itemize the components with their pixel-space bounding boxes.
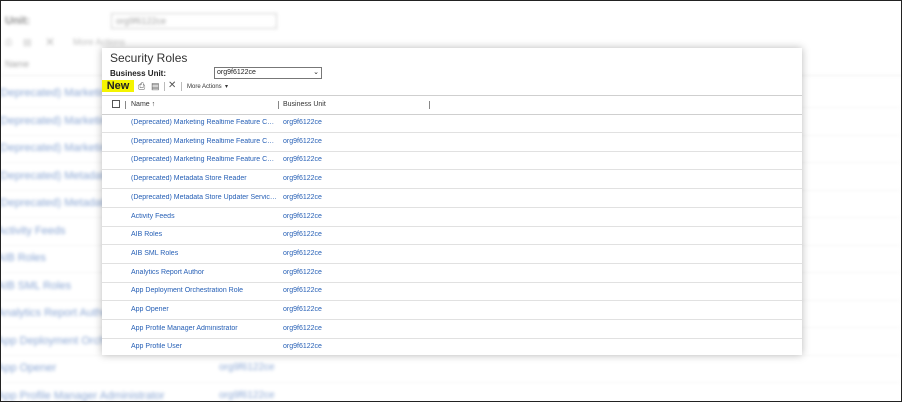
more-actions-button[interactable]: More Actions ▾ (187, 83, 228, 90)
column-header-name[interactable]: Name ↑ (131, 101, 155, 108)
business-unit-select[interactable]: org9f6122ce ⌄ (214, 67, 322, 79)
bg-row-name: App Profile Manager Administrator (0, 389, 165, 402)
business-unit-link[interactable]: org9f6122ce (283, 175, 322, 182)
table-row[interactable]: (Deprecated) Marketing Realtime Feature … (102, 114, 802, 133)
column-divider[interactable] (429, 101, 430, 109)
table-row[interactable]: Analytics Report Author org9f6122ce (102, 264, 802, 283)
bg-table-row: App Opener org9f6122ce (1, 356, 901, 383)
role-name-link[interactable]: App Profile User (131, 343, 277, 350)
bg-row-name: App Opener (0, 362, 57, 374)
bg-export-icon: ▤ (23, 37, 32, 47)
bg-row-business-unit: org9f6122ce (219, 389, 275, 401)
export-icon[interactable]: ▤ (151, 81, 160, 92)
grid-header: Name ↑ Business Unit (102, 95, 802, 115)
bg-row-name: Activity Feeds (0, 224, 66, 237)
role-name-link[interactable]: App Profile Manager Administrator (131, 325, 277, 332)
table-row[interactable]: App Deployment Orchestration Role org9f61… (102, 282, 802, 302)
chevron-down-icon: ⌄ (313, 69, 319, 76)
role-name-link[interactable]: (Deprecated) Metadata Store Reader (131, 175, 277, 182)
table-row[interactable]: App Profile Manager Administrator org9f61… (102, 320, 802, 339)
toolbar-divider (181, 82, 182, 91)
bg-row-name: Analytics Report Author (0, 307, 112, 319)
table-row[interactable]: AIB Roles org9f6122ce (102, 226, 802, 246)
business-unit-link[interactable]: org9f6122ce (283, 269, 322, 276)
business-unit-link[interactable]: org9f6122ce (283, 325, 322, 332)
business-unit-link[interactable]: org9f6122ce (283, 156, 322, 163)
dialog-title: Security Roles (110, 51, 188, 65)
table-row[interactable]: (Deprecated) Metadata Store Reader org9f6… (102, 170, 802, 190)
select-all-checkbox[interactable] (112, 100, 120, 108)
business-unit-link[interactable]: org9f6122ce (283, 306, 322, 313)
table-row[interactable]: (Deprecated) Metadata Store Updater Serv… (102, 189, 802, 208)
bg-row-business-unit: org9f6122ce (219, 362, 275, 373)
table-row[interactable]: Activity Feeds org9f6122ce (102, 208, 802, 227)
bg-table-row: App Profile Manager Administrator org9f61… (1, 384, 901, 402)
bg-print-icon: ⎙ (5, 37, 13, 47)
role-name-link[interactable]: (Deprecated) Metadata Store Updater Serv… (131, 194, 277, 201)
column-divider (125, 101, 126, 109)
business-unit-link[interactable]: org9f6122ce (283, 231, 322, 238)
table-row[interactable]: (Deprecated) Marketing Realtime Feature … (102, 133, 802, 152)
table-row[interactable]: App Opener org9f6122ce (102, 301, 802, 320)
role-name-link[interactable]: (Deprecated) Marketing Realtime Feature … (131, 119, 277, 126)
business-unit-link[interactable]: org9f6122ce (283, 287, 322, 294)
bg-row-name: AIB Roles (0, 252, 46, 264)
business-unit-label: Business Unit: (110, 69, 167, 78)
table-row[interactable]: AIB SML Roles org9f6122ce (102, 245, 802, 264)
security-roles-dialog: Security Roles Business Unit: org9f6122c… (102, 48, 802, 355)
business-unit-value: org9f6122ce (217, 69, 256, 76)
column-divider[interactable] (278, 101, 279, 109)
new-button[interactable]: New (102, 80, 134, 92)
business-unit-link[interactable]: org9f6122ce (283, 138, 322, 145)
role-name-link[interactable]: AIB SML Roles (131, 250, 277, 257)
business-unit-link[interactable]: org9f6122ce (283, 213, 322, 220)
role-name-link[interactable]: Activity Feeds (131, 213, 277, 220)
bg-header-name: Name (5, 59, 30, 69)
print-icon[interactable]: ⎙ (138, 81, 145, 92)
bg-business-unit-select: org9f6122ce (111, 13, 277, 29)
role-name-link[interactable]: App Opener (131, 306, 277, 313)
table-row[interactable]: (Deprecated) Marketing Realtime Feature … (102, 151, 802, 171)
delete-icon[interactable]: ✕ (168, 80, 176, 91)
more-actions-label: More Actions (187, 84, 222, 90)
chevron-down-icon: ▾ (223, 84, 229, 90)
role-name-link[interactable]: (Deprecated) Marketing Realtime Feature … (131, 156, 277, 163)
business-unit-link[interactable]: org9f6122ce (283, 119, 322, 126)
role-name-link[interactable]: Analytics Report Author (131, 269, 277, 276)
role-name-link[interactable]: (Deprecated) Marketing Realtime Feature … (131, 138, 277, 145)
role-name-link[interactable]: App Deployment Orchestration Role (131, 287, 277, 294)
business-unit-link[interactable]: org9f6122ce (283, 194, 322, 201)
toolbar: New ⎙ ▤ ✕ More Actions ▾ (102, 80, 802, 94)
toolbar-divider (164, 82, 165, 91)
bg-delete-icon: ✕ (45, 35, 56, 49)
business-unit-link[interactable]: org9f6122ce (283, 250, 322, 257)
bg-more-actions: More Actions (73, 37, 126, 47)
bg-business-unit-label: Unit: (5, 15, 31, 27)
screen-frame: Unit: org9f6122ce ⎙ ▤ ✕ More Actions Nam… (0, 0, 902, 402)
role-name-link[interactable]: AIB Roles (131, 231, 277, 238)
column-header-business-unit[interactable]: Business Unit (283, 101, 326, 108)
table-row[interactable]: App Profile User org9f6122ce (102, 338, 802, 355)
business-unit-link[interactable]: org9f6122ce (283, 343, 322, 350)
bg-row-name: AIB SML Roles (0, 279, 72, 292)
